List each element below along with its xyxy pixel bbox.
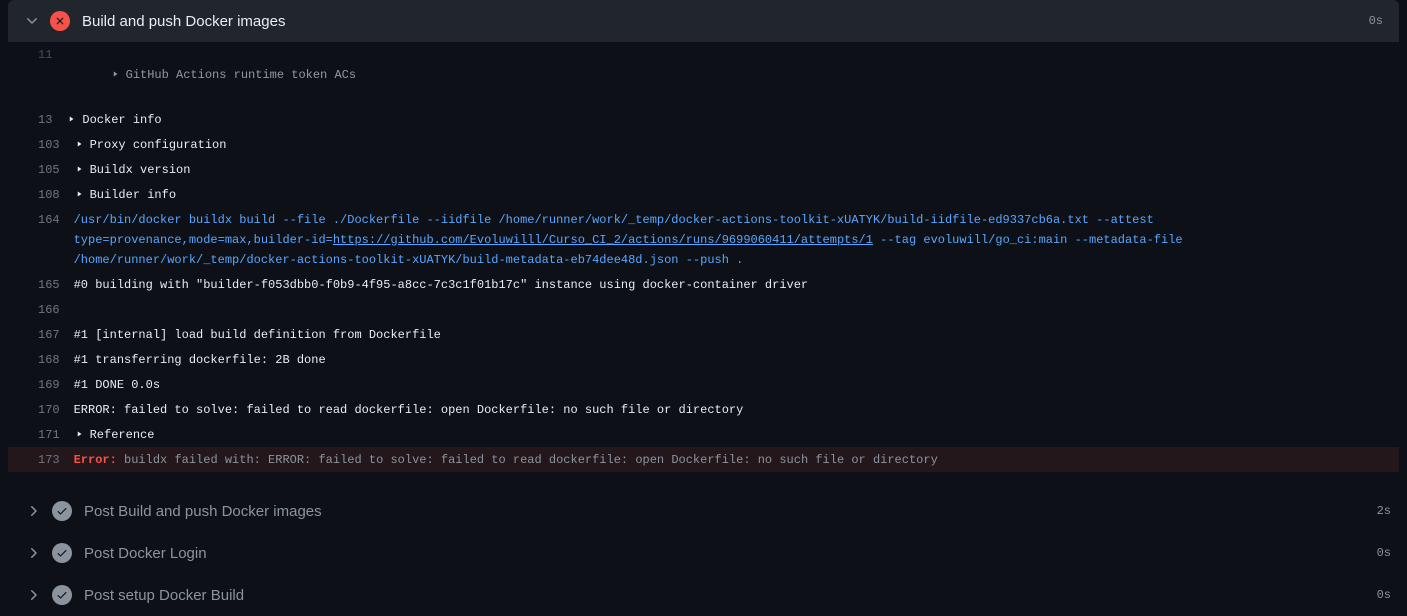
step-duration: 0s [1377,588,1391,602]
check-circle-icon [52,501,72,521]
log-line: 165 #0 building with "builder-f053dbb0-f… [8,272,1399,297]
log-error-line: 173 Error: buildx failed with: ERROR: fa… [8,447,1399,472]
log-text [74,300,1399,320]
log-fold-line[interactable]: 108 Builder info [8,182,1399,207]
step-title: Post setup Docker Build [84,587,1377,604]
log-line: 164 /usr/bin/docker buildx build --file … [8,207,1399,272]
chevron-right-icon [26,503,42,519]
chevron-right-icon [26,545,42,561]
step-header-build-push[interactable]: Build and push Docker images 0s [8,0,1399,42]
log-fold-line[interactable]: 105 Buildx version [8,157,1399,182]
triangle-right-icon [74,160,86,180]
triangle-right-icon [74,185,86,205]
log-line: 170 ERROR: failed to solve: failed to re… [8,397,1399,422]
line-number: 171 [8,425,74,445]
step-duration: 2s [1377,504,1391,518]
line-number: 105 [8,160,74,180]
log-fold-line[interactable]: 171 Reference [8,422,1399,447]
line-number: 108 [8,185,74,205]
log-line: 167 #1 [internal] load build definition … [8,322,1399,347]
log-text: ERROR: failed to solve: failed to read d… [74,400,1399,420]
line-number: 168 [8,350,74,370]
log-line: 166 [8,297,1399,322]
fold-label: Builder info [90,188,176,202]
line-number: 166 [8,300,74,320]
triangle-right-icon [66,110,78,130]
log-line: 169 #1 DONE 0.0s [8,372,1399,397]
step-header-post-docker-login[interactable]: Post Docker Login 0s [0,532,1407,574]
chevron-right-icon [26,587,42,603]
log-text: #0 building with "builder-f053dbb0-f0b9-… [74,275,1399,295]
line-number: 173 [8,450,74,470]
line-number: 169 [8,375,74,395]
triangle-right-icon [74,425,86,445]
log-output: 11 GitHub Actions runtime token ACs 13 D… [8,42,1399,472]
line-number: 167 [8,325,74,345]
log-text: #1 [internal] load build definition from… [74,325,1399,345]
line-number: 170 [8,400,74,420]
step-title: Post Build and push Docker images [84,503,1377,520]
line-number: 13 [8,110,66,130]
step-title: Build and push Docker images [82,13,1369,30]
step-duration: 0s [1369,14,1383,28]
log-text: #1 DONE 0.0s [74,375,1399,395]
fold-label: Buildx version [90,163,191,177]
log-fold-line[interactable]: 103 Proxy configuration [8,132,1399,157]
triangle-right-icon [110,65,122,85]
fold-label: Docker info [82,113,161,127]
line-number: 11 [8,45,66,105]
step-header-post-setup-docker-build[interactable]: Post setup Docker Build 0s [0,574,1407,616]
x-circle-icon [50,11,70,31]
chevron-down-icon [24,13,40,29]
log-text: #1 transferring dockerfile: 2B done [74,350,1399,370]
triangle-right-icon [74,135,86,155]
check-circle-icon [52,585,72,605]
error-text: buildx failed with: ERROR: failed to sol… [124,453,938,467]
log-fold-line[interactable]: 13 Docker info [8,107,1399,132]
fold-label: Proxy configuration [90,138,227,152]
line-number: 164 [8,210,74,270]
error-prefix: Error: [74,453,124,467]
line-number: 103 [8,135,74,155]
step-title: Post Docker Login [84,545,1377,562]
builder-id-link[interactable]: https://github.com/Evoluwilll/Curso_CI_2… [333,233,873,247]
log-fold-line[interactable]: 11 GitHub Actions runtime token ACs [8,42,1399,107]
line-number: 165 [8,275,74,295]
step-header-post-build-push[interactable]: Post Build and push Docker images 2s [0,490,1407,532]
log-command: /usr/bin/docker buildx build --file ./Do… [74,210,1399,270]
step-duration: 0s [1377,546,1391,560]
fold-label: GitHub Actions runtime token ACs [126,68,356,82]
log-line: 168 #1 transferring dockerfile: 2B done [8,347,1399,372]
check-circle-icon [52,543,72,563]
fold-label: Reference [90,428,155,442]
